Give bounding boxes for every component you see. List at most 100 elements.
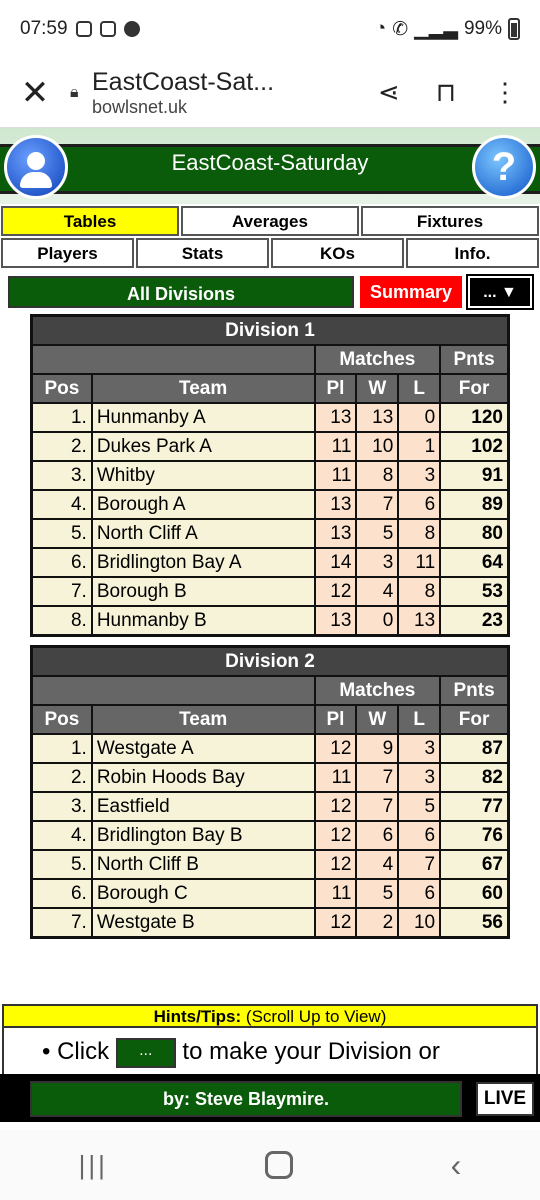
live-button[interactable]: LIVE	[476, 1082, 534, 1116]
tab-tables[interactable]: Tables	[1, 206, 179, 236]
user-avatar-icon[interactable]	[4, 135, 68, 199]
table-row[interactable]: 8. Hunmanby B 13 0 13 23	[30, 605, 510, 637]
division-dropdown[interactable]: ... ▼	[466, 274, 534, 310]
app-footer: by: Steve Blaymire. LIVE	[0, 1074, 540, 1122]
call-icon: ✆	[392, 18, 409, 40]
row-team[interactable]: Hunmanby A	[90, 402, 316, 433]
menu-row-1: Tables Averages Fixtures	[0, 206, 540, 236]
row-points: 102	[439, 431, 510, 462]
share-icon[interactable]: ⋖	[378, 77, 400, 108]
lost-header: L	[397, 373, 442, 404]
row-team[interactable]: Bridlington Bay A	[90, 547, 316, 578]
hints-note: (Scroll Up to View)	[245, 1007, 387, 1026]
table-row[interactable]: 7. Westgate B 12 2 10 56	[30, 907, 510, 939]
close-icon[interactable]: ✕	[0, 73, 70, 113]
row-played: 11	[313, 431, 358, 462]
row-won: 5	[355, 878, 400, 909]
author-credit[interactable]: by: Steve Blaymire.	[30, 1081, 462, 1117]
status-time: 07:59	[20, 18, 68, 39]
row-team[interactable]: North Cliff A	[90, 518, 316, 549]
tab-fixtures[interactable]: Fixtures	[361, 206, 539, 236]
row-team[interactable]: North Cliff B	[90, 849, 316, 880]
table-row[interactable]: 6. Bridlington Bay A 14 3 11 64	[30, 547, 510, 578]
tab-kos[interactable]: KOs	[271, 238, 404, 268]
pos-header: Pos	[30, 373, 93, 404]
row-lost: 5	[397, 791, 442, 822]
row-won: 7	[355, 762, 400, 793]
row-team[interactable]: Westgate B	[90, 907, 316, 939]
tab-players[interactable]: Players	[1, 238, 134, 268]
row-pos: 6.	[30, 878, 93, 909]
system-nav-bar: ||| ‹	[0, 1130, 540, 1200]
bookmark-icon[interactable]: ⊓	[436, 77, 456, 108]
row-team[interactable]: Borough A	[90, 489, 316, 520]
row-team[interactable]: Borough C	[90, 878, 316, 909]
table-row[interactable]: 2. Dukes Park A 11 10 1 102	[30, 431, 510, 462]
row-lost: 7	[397, 849, 442, 880]
row-pos: 2.	[30, 762, 93, 793]
row-points: 64	[439, 547, 510, 578]
tab-averages[interactable]: Averages	[181, 206, 359, 236]
menu-row-2: Players Stats KOs Info.	[0, 238, 540, 268]
table-row[interactable]: 4. Borough A 13 7 6 89	[30, 489, 510, 520]
row-team[interactable]: Hunmanby B	[90, 605, 316, 637]
tab-info[interactable]: Info.	[406, 238, 539, 268]
row-team[interactable]: Whitby	[90, 460, 316, 491]
pos-header: Pos	[30, 704, 93, 735]
summary-button[interactable]: Summary	[360, 276, 462, 308]
row-played: 12	[313, 820, 358, 851]
row-pos: 4.	[30, 820, 93, 851]
division-title: Division 2	[30, 645, 510, 677]
matches-header: Matches	[313, 344, 442, 375]
row-points: 76	[439, 820, 510, 851]
battery-icon	[508, 18, 520, 40]
row-played: 12	[313, 849, 358, 880]
row-won: 4	[355, 849, 400, 880]
home-icon[interactable]	[265, 1151, 294, 1179]
table-row[interactable]: 1. Hunmanby A 13 13 0 120	[30, 402, 510, 433]
recent-apps-icon[interactable]: |||	[79, 1150, 108, 1181]
page-title: EastCoast-Sat...	[92, 67, 275, 96]
hint-example-button: ...	[115, 1037, 176, 1068]
row-points: 87	[439, 733, 510, 764]
row-lost: 6	[397, 489, 442, 520]
row-points: 53	[439, 576, 510, 607]
row-pos: 8.	[30, 605, 93, 637]
screenshot-icon	[75, 21, 92, 37]
row-team[interactable]: Westgate A	[90, 733, 316, 764]
tab-stats[interactable]: Stats	[136, 238, 269, 268]
table-row[interactable]: 6. Borough C 11 5 6 60	[30, 878, 510, 909]
row-points: 82	[439, 762, 510, 793]
row-team[interactable]: Dukes Park A	[90, 431, 316, 462]
table-row[interactable]: 2. Robin Hoods Bay 11 7 3 82	[30, 762, 510, 793]
table-row[interactable]: 3. Eastfield 12 7 5 77	[30, 791, 510, 822]
all-divisions-button[interactable]: All Divisions	[8, 276, 354, 308]
hints-header: Hints/Tips: (Scroll Up to View)	[2, 1004, 538, 1028]
table-row[interactable]: 5. North Cliff A 13 5 8 80	[30, 518, 510, 549]
row-team[interactable]: Bridlington Bay B	[90, 820, 316, 851]
table-row[interactable]: 5. North Cliff B 12 4 7 67	[30, 849, 510, 880]
row-won: 5	[355, 518, 400, 549]
row-team[interactable]: Eastfield	[90, 791, 316, 822]
row-team[interactable]: Borough B	[90, 576, 316, 607]
app-title: EastCoast-Saturday	[171, 150, 369, 175]
row-lost: 10	[397, 907, 442, 939]
row-pos: 1.	[30, 733, 93, 764]
lock-icon: 🔒︎	[70, 83, 79, 101]
table-row[interactable]: 7. Borough B 12 4 8 53	[30, 576, 510, 607]
row-pos: 1.	[30, 402, 93, 433]
url-area[interactable]: EastCoast-Sat... bowlsnet.uk	[92, 68, 378, 118]
row-won: 3	[355, 547, 400, 578]
table-row[interactable]: 3. Whitby 11 8 3 91	[30, 460, 510, 491]
table-row[interactable]: 1. Westgate A 12 9 3 87	[30, 733, 510, 764]
row-lost: 6	[397, 878, 442, 909]
row-won: 4	[355, 576, 400, 607]
help-icon[interactable]: ?	[472, 135, 536, 199]
table-row[interactable]: 4. Bridlington Bay B 12 6 6 76	[30, 820, 510, 851]
row-team[interactable]: Robin Hoods Bay	[90, 762, 316, 793]
row-won: 7	[355, 791, 400, 822]
wifi-icon: ◔	[374, 18, 387, 39]
row-won: 2	[355, 907, 400, 939]
back-icon[interactable]: ‹	[451, 1147, 462, 1184]
more-options-icon[interactable]: ⋮	[492, 77, 518, 108]
